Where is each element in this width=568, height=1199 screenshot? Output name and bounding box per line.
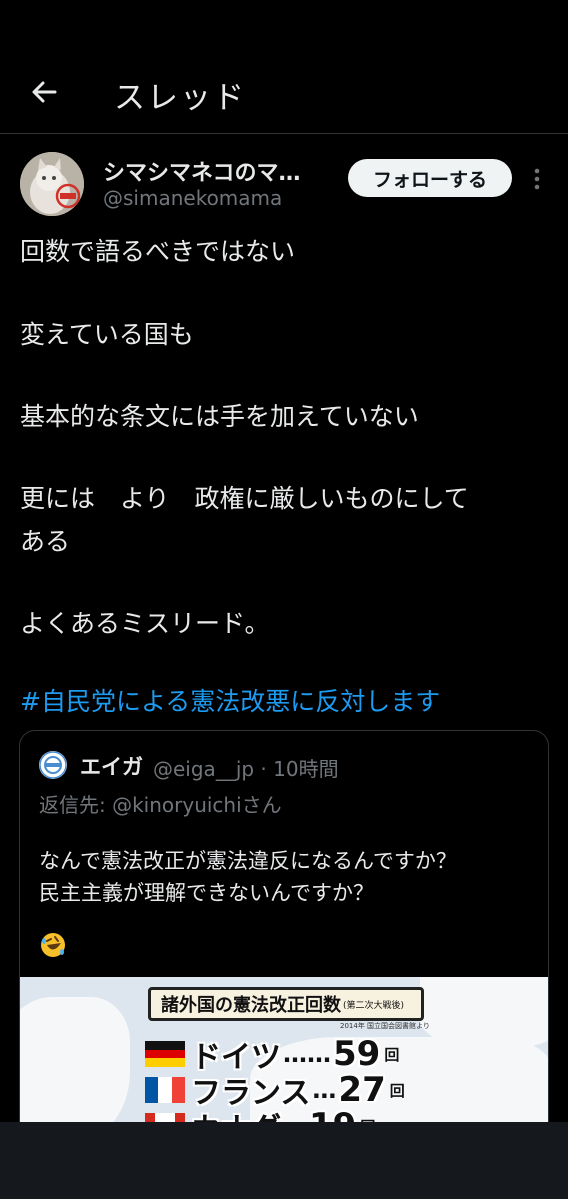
rolling-on-floor-laughing-icon bbox=[41, 933, 65, 957]
more-options-button[interactable] bbox=[524, 164, 550, 194]
france-flag-icon bbox=[145, 1077, 185, 1103]
country-row: フランス … 27 回 bbox=[145, 1070, 405, 1111]
tweet-text-line: 更には より 政権に厳しいものにして bbox=[20, 484, 469, 513]
author-handle[interactable]: @simanekomama bbox=[103, 186, 282, 210]
tweet-text-line: ある bbox=[20, 527, 71, 556]
amendment-count: 27 bbox=[338, 1070, 386, 1110]
tweet-text-line: 回数で語るべきではない bbox=[20, 237, 296, 266]
quoted-tweet-card[interactable]: エイガ @eiga__jp · 10時間 返信先: @kinoryuichiさん… bbox=[19, 730, 549, 1150]
bottom-bar bbox=[0, 1122, 568, 1199]
author-name[interactable]: シマシマネコのマ… bbox=[103, 155, 301, 187]
quoted-text-line: 民主主義が理解できないんですか？ bbox=[39, 881, 374, 905]
tweet-text-line: 変えている国も bbox=[20, 320, 194, 349]
count-unit: 回 bbox=[384, 1045, 400, 1064]
count-unit: 回 bbox=[389, 1081, 405, 1100]
map-land bbox=[420, 977, 548, 1047]
tweet-text-line: よくあるミスリード。 bbox=[20, 609, 270, 638]
quoted-author-meta: @eiga__jp · 10時間 bbox=[153, 757, 339, 781]
image-title-box: 諸外国の憲法改正回数 (第二次大戦後) bbox=[148, 987, 424, 1021]
leader-dots: … bbox=[312, 1076, 337, 1104]
image-title-sub: (第二次大戦後) bbox=[343, 1000, 405, 1011]
germany-flag-icon bbox=[145, 1041, 185, 1068]
quoted-author-name[interactable]: エイガ bbox=[80, 751, 143, 781]
hashtag-link[interactable]: #自民党による憲法改悪に反対します bbox=[20, 682, 440, 718]
image-subnote: 2014年 国立国会図書館より bbox=[340, 1022, 430, 1030]
cat-avatar-image bbox=[20, 152, 84, 216]
top-bar: スレッド bbox=[0, 0, 568, 134]
leader-dots: …… bbox=[283, 1040, 331, 1068]
country-row: ドイツ …… 59 回 bbox=[145, 1034, 400, 1075]
amendment-count: 59 bbox=[333, 1034, 381, 1074]
reply-to-label: 返信先: @kinoryuichiさん bbox=[39, 793, 282, 817]
quoted-text-line: なんで憲法改正が憲法違反になるんですか？ bbox=[39, 849, 457, 873]
image-title: 諸外国の憲法改正回数 bbox=[161, 995, 341, 1016]
more-vertical-icon bbox=[534, 168, 540, 190]
back-button[interactable] bbox=[22, 70, 66, 114]
eiga-logo-icon bbox=[39, 751, 67, 779]
quoted-avatar[interactable] bbox=[39, 751, 67, 779]
page-title: スレッド bbox=[114, 80, 246, 116]
avatar[interactable] bbox=[20, 152, 84, 216]
arrow-left-icon bbox=[32, 81, 57, 103]
follow-button[interactable]: フォローする bbox=[348, 159, 512, 197]
tweet-text-line: 基本的な条文には手を加えていない bbox=[20, 402, 419, 431]
